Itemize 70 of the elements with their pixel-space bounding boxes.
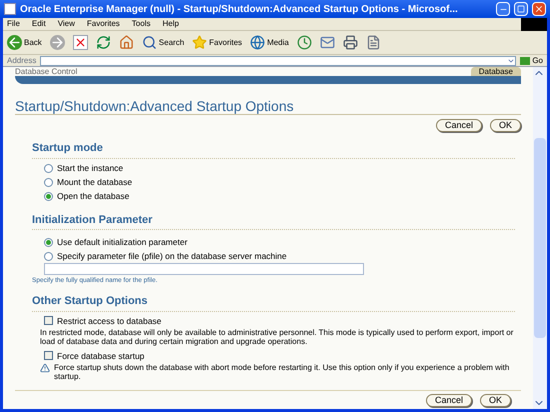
maximize-button[interactable] [514,2,528,16]
menu-item[interactable]: Edit [32,18,46,30]
print-icon [342,35,358,50]
toolbar-button[interactable]: Search [142,35,184,50]
page-title: Startup/Shutdown:Advanced Startup Options [15,98,521,115]
radio-label: Use default initialization parameter [57,236,188,248]
menu-item[interactable]: View [58,18,75,30]
forward-button[interactable] [50,35,65,50]
window-title: Oracle Enterprise Manager (null) - Startup/Shutdown:Advanced Startup Options - Microsof... [20,2,459,16]
ok-button[interactable]: OK [490,119,521,132]
scrollbar[interactable] [533,67,547,409]
radio-label: Mount the database [57,176,132,189]
toolbar-button[interactable]: Favorites [192,35,242,50]
radio-button[interactable] [44,252,53,260]
stop-icon [72,35,88,50]
checkbox[interactable] [44,316,53,325]
document-icon [366,35,381,50]
close-button[interactable] [532,2,546,16]
stop-button[interactable] [72,35,88,50]
address-field[interactable] [40,56,516,66]
radio-button[interactable] [44,178,53,187]
section-heading: Initialization Parameter [32,212,515,230]
radio-label: Specify parameter file (pfile) on the database server machine [57,250,287,262]
minimize-button[interactable] [496,2,510,16]
toolbar-button[interactable]: Back [7,35,42,50]
go-button[interactable]: Go [520,56,543,65]
refresh-button[interactable] [96,35,111,50]
search-icon [142,35,157,50]
toolbar-button[interactable]: Media [250,35,289,50]
brand-text: Database Control [15,67,78,76]
mail-icon [320,35,335,50]
globe-icon [250,35,266,50]
checkbox[interactable] [44,351,53,360]
history-button[interactable] [296,35,312,50]
menu-item[interactable]: Favorites [86,18,120,30]
scroll-thumb[interactable] [534,138,546,338]
option-description: Force startup shuts down the database with abort mode before restarting it. Use this option only if you experience a problem with startup. [54,362,510,382]
pfile-input-field[interactable] [44,263,364,275]
back-icon [7,35,22,50]
section-heading: Startup mode [32,140,515,158]
home-icon [118,35,134,50]
home-button[interactable] [118,35,134,50]
warning-icon [40,362,50,372]
checkbox-label: Force database startup [57,350,144,360]
cancel-button[interactable]: Cancel [436,119,482,132]
section-heading: Other Startup Options [32,293,515,312]
mail-button[interactable] [320,35,335,50]
radio-button[interactable] [44,164,53,173]
database-tab[interactable]: Database [470,67,521,76]
document-button[interactable] [366,35,381,50]
maximize-icon [517,5,525,13]
close-icon [534,4,544,14]
cancel-button[interactable]: Cancel [426,394,472,407]
ok-button[interactable]: OK [480,394,511,407]
checkbox-label: Restrict access to database [57,316,162,326]
menu-item[interactable]: Tools [132,18,150,30]
radio-label: Open the database [57,190,130,203]
browser-icon [4,3,16,15]
refresh-icon [96,35,111,50]
menu-item[interactable]: Help [162,18,179,30]
radio-button[interactable] [44,192,53,201]
option-description: In restricted mode, database will only be available to administrative personnel. This mode is typically used to perform export, import or load of database data and during certain migration and upgrade operations. [40,328,514,346]
radio-button[interactable] [44,238,53,246]
address-label: Address [7,56,36,65]
radio-label: Start the instance [57,162,124,175]
forward-icon [50,35,65,50]
star-icon [192,35,208,50]
print-button[interactable] [342,35,358,50]
menu-item[interactable]: File [7,18,20,30]
history-icon [296,35,312,50]
